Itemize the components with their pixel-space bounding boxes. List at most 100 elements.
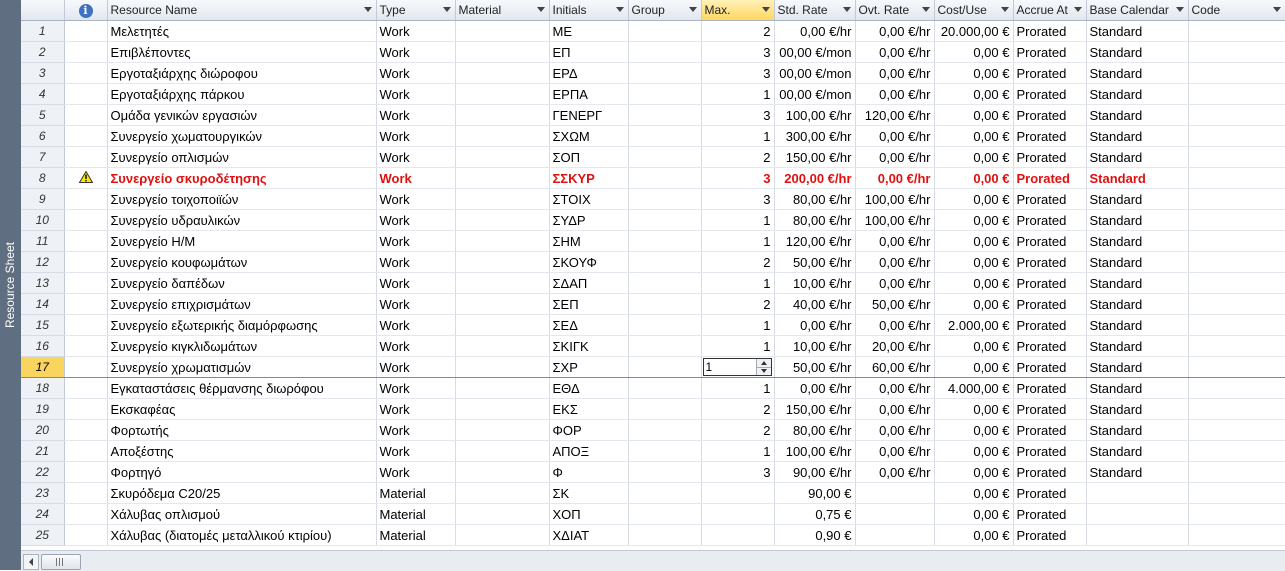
cell-cost-use[interactable]: 0,00 € — [934, 83, 1014, 105]
cell-material[interactable] — [455, 188, 550, 210]
cell-calendar[interactable]: Standard — [1086, 293, 1189, 315]
cell-code[interactable] — [1188, 104, 1285, 126]
cell-accrue[interactable]: Prorated — [1013, 503, 1087, 525]
cell-material[interactable] — [455, 482, 550, 504]
cell-code[interactable] — [1188, 20, 1285, 42]
table-row[interactable]: 21 Αποξέστης Work ΑΠΟΞ 1 100,00 €/hr 0,00 €/hr… — [21, 440, 1285, 462]
cell-ovt-rate[interactable]: 0,00 €/hr — [855, 440, 935, 462]
cell-ovt-rate[interactable] — [855, 482, 935, 504]
cell-calendar[interactable]: Standard — [1086, 377, 1189, 399]
cell-material[interactable] — [455, 314, 550, 336]
table-row[interactable]: 5 Ομάδα γενικών εργασιών Work ΓΕΝΕΡΓ 3 100,00… — [21, 104, 1285, 126]
cell-type[interactable]: Material — [376, 503, 456, 525]
cell-cost-use[interactable]: 0,00 € — [934, 524, 1014, 546]
scroll-left-button[interactable] — [23, 554, 39, 570]
cell-ovt-rate[interactable]: 0,00 €/hr — [855, 125, 935, 147]
cell-initials[interactable]: ΕΘΔ — [549, 377, 629, 399]
cell-calendar[interactable]: Standard — [1086, 41, 1189, 63]
cell-accrue[interactable]: Prorated — [1013, 524, 1087, 546]
cell-group[interactable] — [628, 398, 702, 420]
cell-std-rate[interactable]: 80,00 €/hr — [774, 419, 856, 441]
column-header-calendar[interactable]: Base Calendar — [1086, 0, 1189, 21]
cell-group[interactable] — [628, 230, 702, 252]
table-row[interactable]: 19 Εκσκαφέας Work ΕΚΣ 2 150,00 €/hr 0,00 €/hr 0… — [21, 398, 1285, 420]
row-number[interactable]: 25 — [21, 524, 65, 546]
cell-std-rate[interactable]: 120,00 €/hr — [774, 230, 856, 252]
cell-ovt-rate[interactable]: 120,00 €/hr — [855, 104, 935, 126]
row-number[interactable]: 15 — [21, 314, 65, 336]
table-row[interactable]: 15 Συνεργείο εξωτερικής διαμόρφωσης Work ΣΕ… — [21, 314, 1285, 336]
cell-name[interactable]: Μελετητές — [107, 20, 377, 42]
row-number[interactable]: 16 — [21, 335, 65, 357]
table-row[interactable]: 18 Εγκαταστάσεις θέρμανσης διωρόφου Work ΕΘ… — [21, 377, 1285, 399]
cell-ovt-rate[interactable]: 0,00 €/hr — [855, 398, 935, 420]
cell-max[interactable]: 3 — [701, 104, 775, 126]
cell-name[interactable]: Φορτωτής — [107, 419, 377, 441]
cell-accrue[interactable]: Prorated — [1013, 356, 1087, 378]
cell-cost-use[interactable]: 2.000,00 € — [934, 314, 1014, 336]
cell-group[interactable] — [628, 293, 702, 315]
cell-max[interactable]: 2 — [701, 146, 775, 168]
cell-cost-use[interactable]: 0,00 € — [934, 356, 1014, 378]
cell-material[interactable] — [455, 335, 550, 357]
cell-cost-use[interactable]: 0,00 € — [934, 62, 1014, 84]
cell-initials[interactable]: ΕΚΣ — [549, 398, 629, 420]
cell-ovt-rate[interactable]: 0,00 €/hr — [855, 167, 935, 189]
column-header-std-rate[interactable]: Std. Rate — [774, 0, 856, 21]
cell-calendar[interactable]: Standard — [1086, 125, 1189, 147]
cell-initials[interactable]: ΣΕΠ — [549, 293, 629, 315]
cell-group[interactable] — [628, 125, 702, 147]
cell-initials[interactable]: ΓΕΝΕΡΓ — [549, 104, 629, 126]
cell-max[interactable]: 1 — [701, 377, 775, 399]
cell-material[interactable] — [455, 209, 550, 231]
cell-calendar[interactable] — [1086, 524, 1189, 546]
cell-material[interactable] — [455, 230, 550, 252]
cell-ovt-rate[interactable]: 20,00 €/hr — [855, 335, 935, 357]
cell-initials[interactable]: ΣΚΟΥΦ — [549, 251, 629, 273]
table-row[interactable]: 16 Συνεργείο κιγκλιδωμάτων Work ΣΚΙΓΚ 1 10,00… — [21, 335, 1285, 357]
cell-initials[interactable]: ΣΚ — [549, 482, 629, 504]
cell-cost-use[interactable]: 0,00 € — [934, 125, 1014, 147]
cell-std-rate[interactable]: 300,00 €/hr — [774, 125, 856, 147]
row-number[interactable]: 10 — [21, 209, 65, 231]
row-number[interactable]: 18 — [21, 377, 65, 399]
table-row[interactable]: 22 Φορτηγό Work Φ 3 90,00 €/hr 0,00 €/hr 0,00 €… — [21, 461, 1285, 483]
filter-arrow-icon[interactable] — [842, 7, 851, 12]
cell-cost-use[interactable]: 0,00 € — [934, 251, 1014, 273]
cell-calendar[interactable]: Standard — [1086, 104, 1189, 126]
cell-cost-use[interactable]: 0,00 € — [934, 461, 1014, 483]
cell-accrue[interactable]: Prorated — [1013, 335, 1087, 357]
cell-type[interactable]: Work — [376, 41, 456, 63]
row-number[interactable]: 8 — [21, 167, 65, 189]
cell-cost-use[interactable]: 0,00 € — [934, 335, 1014, 357]
cell-type[interactable]: Work — [376, 167, 456, 189]
cell-type[interactable]: Work — [376, 251, 456, 273]
table-row[interactable]: 13 Συνεργείο δαπέδων Work ΣΔΑΠ 1 10,00 €/hr 0,… — [21, 272, 1285, 294]
cell-max[interactable]: 1 — [701, 230, 775, 252]
cell-material[interactable] — [455, 146, 550, 168]
cell-type[interactable]: Work — [376, 188, 456, 210]
row-number[interactable]: 14 — [21, 293, 65, 315]
cell-accrue[interactable]: Prorated — [1013, 230, 1087, 252]
cell-std-rate[interactable]: 90,00 €/hr — [774, 461, 856, 483]
cell-material[interactable] — [455, 356, 550, 378]
cell-accrue[interactable]: Prorated — [1013, 440, 1087, 462]
cell-ovt-rate[interactable]: 0,00 €/hr — [855, 272, 935, 294]
cell-type[interactable]: Work — [376, 314, 456, 336]
cell-name[interactable]: Σκυρόδεμα C20/25 — [107, 482, 377, 504]
cell-initials[interactable]: ΣΕΔ — [549, 314, 629, 336]
cell-group[interactable] — [628, 419, 702, 441]
cell-calendar[interactable] — [1086, 482, 1189, 504]
cell-type[interactable]: Work — [376, 20, 456, 42]
column-header-type[interactable]: Type — [376, 0, 456, 21]
cell-std-rate[interactable]: 0,90 € — [774, 524, 856, 546]
table-row[interactable]: 10 Συνεργείο υδραυλικών Work ΣΥΔΡ 1 80,00 €/h… — [21, 209, 1285, 231]
table-row[interactable]: 14 Συνεργείο επιχρισμάτων Work ΣΕΠ 2 40,00 €/… — [21, 293, 1285, 315]
cell-std-rate[interactable]: 40,00 €/hr — [774, 293, 856, 315]
cell-type[interactable]: Work — [376, 398, 456, 420]
table-row[interactable]: 11 Συνεργείο Η/Μ Work ΣΗΜ 1 120,00 €/hr 0,00 €… — [21, 230, 1285, 252]
cell-calendar[interactable]: Standard — [1086, 167, 1189, 189]
table-row[interactable]: 2 Επιβλέποντες Work ΕΠ 3 00,00 €/mon 0,00 €/hr… — [21, 41, 1285, 63]
cell-code[interactable] — [1188, 83, 1285, 105]
cell-group[interactable] — [628, 440, 702, 462]
